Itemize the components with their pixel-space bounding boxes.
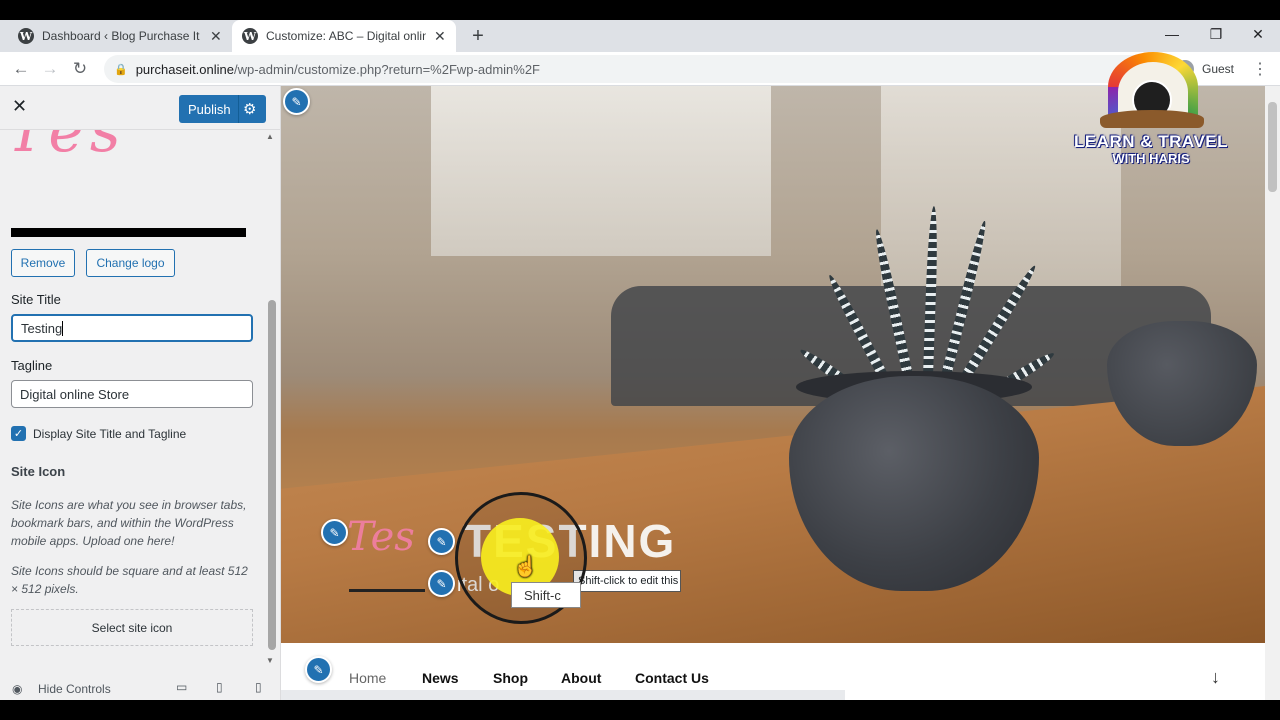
tab-dashboard[interactable]: W Dashboard ‹ Blog Purchase It On ✕ xyxy=(8,20,232,52)
screen: W Dashboard ‹ Blog Purchase It On ✕ W Cu… xyxy=(0,0,1280,720)
url-host: purchaseit.online xyxy=(135,61,234,77)
wordpress-icon: W xyxy=(242,28,258,44)
scroll-down-icon[interactable]: ▼ xyxy=(266,656,274,665)
background-table xyxy=(281,386,1265,643)
browser-menu-icon[interactable]: ⋮ xyxy=(1252,59,1268,79)
watermark-line1: LEARN & TRAVEL xyxy=(1073,132,1228,151)
background-window xyxy=(431,86,771,256)
publish-divider xyxy=(238,95,239,123)
edit-shortcut-icon[interactable]: ✎ xyxy=(305,656,332,683)
tab-customize[interactable]: W Customize: ABC – Digital online S ✕ xyxy=(232,20,456,52)
customizer-header: ✕ Publish ⚙ xyxy=(0,86,280,130)
desktop-preview-icon[interactable]: ▭ xyxy=(176,680,187,694)
nav-news[interactable]: News xyxy=(422,670,459,686)
site-logo[interactable]: Tes xyxy=(347,514,415,560)
tab-close-icon[interactable]: ✕ xyxy=(434,28,446,45)
minimize-button[interactable]: — xyxy=(1150,20,1194,48)
letterbox-top xyxy=(0,0,1280,20)
text-caret xyxy=(62,320,64,336)
site-icon-description: Site Icons are what you see in browser t… xyxy=(11,498,247,548)
restore-button[interactable]: ❐ xyxy=(1194,20,1238,48)
logo-preview: Tes xyxy=(11,130,241,220)
nav-about[interactable]: About xyxy=(561,670,601,686)
tagline-input[interactable]: Digital online Store xyxy=(11,380,253,408)
sidebar-scroll-thumb[interactable] xyxy=(268,300,276,650)
channel-watermark-logo: LEARN & TRAVEL WITH HARIS xyxy=(1070,52,1232,168)
browser-status-bar xyxy=(281,690,845,700)
nav-contact-us[interactable]: Contact Us xyxy=(635,670,709,686)
preview-scrollbar[interactable] xyxy=(1265,86,1280,700)
address-bar[interactable]: 🔒 purchaseit.online /wp-admin/customize.… xyxy=(104,55,1164,83)
logo-preview-image: Tes xyxy=(11,130,127,166)
nav-home[interactable]: Home xyxy=(349,670,386,686)
site-logo-underline xyxy=(349,589,425,592)
edit-shortcut-icon[interactable]: ✎ xyxy=(283,88,310,115)
edit-shortcut-icon[interactable]: ✎ xyxy=(428,528,455,555)
scroll-up-icon[interactable]: ▲ xyxy=(266,132,274,141)
tab-close-icon[interactable]: ✕ xyxy=(210,28,222,45)
shift-click-tooltip: Shift-click to edit this element. xyxy=(573,570,681,592)
site-icon-size-note: Site Icons should be square and at least… xyxy=(11,564,248,596)
close-customizer-icon[interactable]: ✕ xyxy=(12,96,27,117)
customizer-footer: ◉ Hide Controls ▭ ▯ ▯ xyxy=(0,680,280,700)
scroll-down-arrow-icon[interactable]: ↓ xyxy=(1211,667,1220,688)
tagline-label: Tagline xyxy=(11,358,53,373)
site-title-label: Site Title xyxy=(11,292,61,307)
lock-icon: 🔒 xyxy=(114,63,128,76)
tab-title: Customize: ABC – Digital online S xyxy=(266,29,426,43)
shift-click-tooltip-2: Shift-c xyxy=(511,582,581,608)
site-title-value: Testing xyxy=(21,320,63,336)
watermark-line2: WITH HARIS xyxy=(1112,151,1190,166)
display-title-tagline-checkbox[interactable]: ✓ Display Site Title and Tagline xyxy=(11,426,186,441)
hide-controls-label[interactable]: Hide Controls xyxy=(38,682,111,696)
nav-shop[interactable]: Shop xyxy=(493,670,528,686)
letterbox-bottom xyxy=(0,700,1280,720)
checkmark-icon[interactable]: ✓ xyxy=(11,426,26,441)
remove-logo-button[interactable]: Remove xyxy=(11,249,75,277)
tagline-value: Digital online Store xyxy=(20,386,130,402)
edit-shortcut-icon[interactable]: ✎ xyxy=(428,570,455,597)
display-title-tagline-label: Display Site Title and Tagline xyxy=(33,426,187,441)
site-title-input[interactable]: Testing xyxy=(11,314,253,342)
tablet-preview-icon[interactable]: ▯ xyxy=(216,680,223,694)
gear-icon[interactable]: ⚙ xyxy=(243,100,256,118)
site-preview: ✎ ✎ ✎ ✎ Tes TESTING ital o Shift-click t… xyxy=(281,86,1265,643)
publish-button[interactable]: Publish ⚙ xyxy=(179,95,266,123)
tab-title: Dashboard ‹ Blog Purchase It On xyxy=(42,29,202,43)
forward-button[interactable]: → xyxy=(37,56,63,82)
new-tab-button[interactable]: + xyxy=(466,20,490,52)
hand-cursor-icon: ☝ xyxy=(513,556,538,578)
url-path: /wp-admin/customize.php?return=%2Fwp-adm… xyxy=(234,61,540,77)
customizer-sidebar: ✕ Publish ⚙ Tes Remove Change logo Site … xyxy=(0,86,281,700)
window-close-button[interactable]: ✕ xyxy=(1236,20,1280,48)
reload-button[interactable]: ↻ xyxy=(67,56,93,82)
wordpress-icon: W xyxy=(18,28,34,44)
publish-label: Publish xyxy=(188,101,231,117)
back-button[interactable]: ← xyxy=(8,56,34,82)
preview-scroll-thumb[interactable] xyxy=(1268,102,1277,192)
edit-shortcut-icon[interactable]: ✎ xyxy=(321,519,348,546)
site-icon-heading: Site Icon xyxy=(11,464,66,479)
hide-controls-icon[interactable]: ◉ xyxy=(12,682,22,696)
mobile-preview-icon[interactable]: ▯ xyxy=(255,680,262,694)
browser-tabbar: W Dashboard ‹ Blog Purchase It On ✕ W Cu… xyxy=(0,20,1280,52)
logo-preview-bar xyxy=(11,228,246,237)
change-logo-button[interactable]: Change logo xyxy=(86,249,175,277)
book-icon xyxy=(1100,110,1204,128)
select-site-icon-button[interactable]: Select site icon xyxy=(11,609,253,646)
